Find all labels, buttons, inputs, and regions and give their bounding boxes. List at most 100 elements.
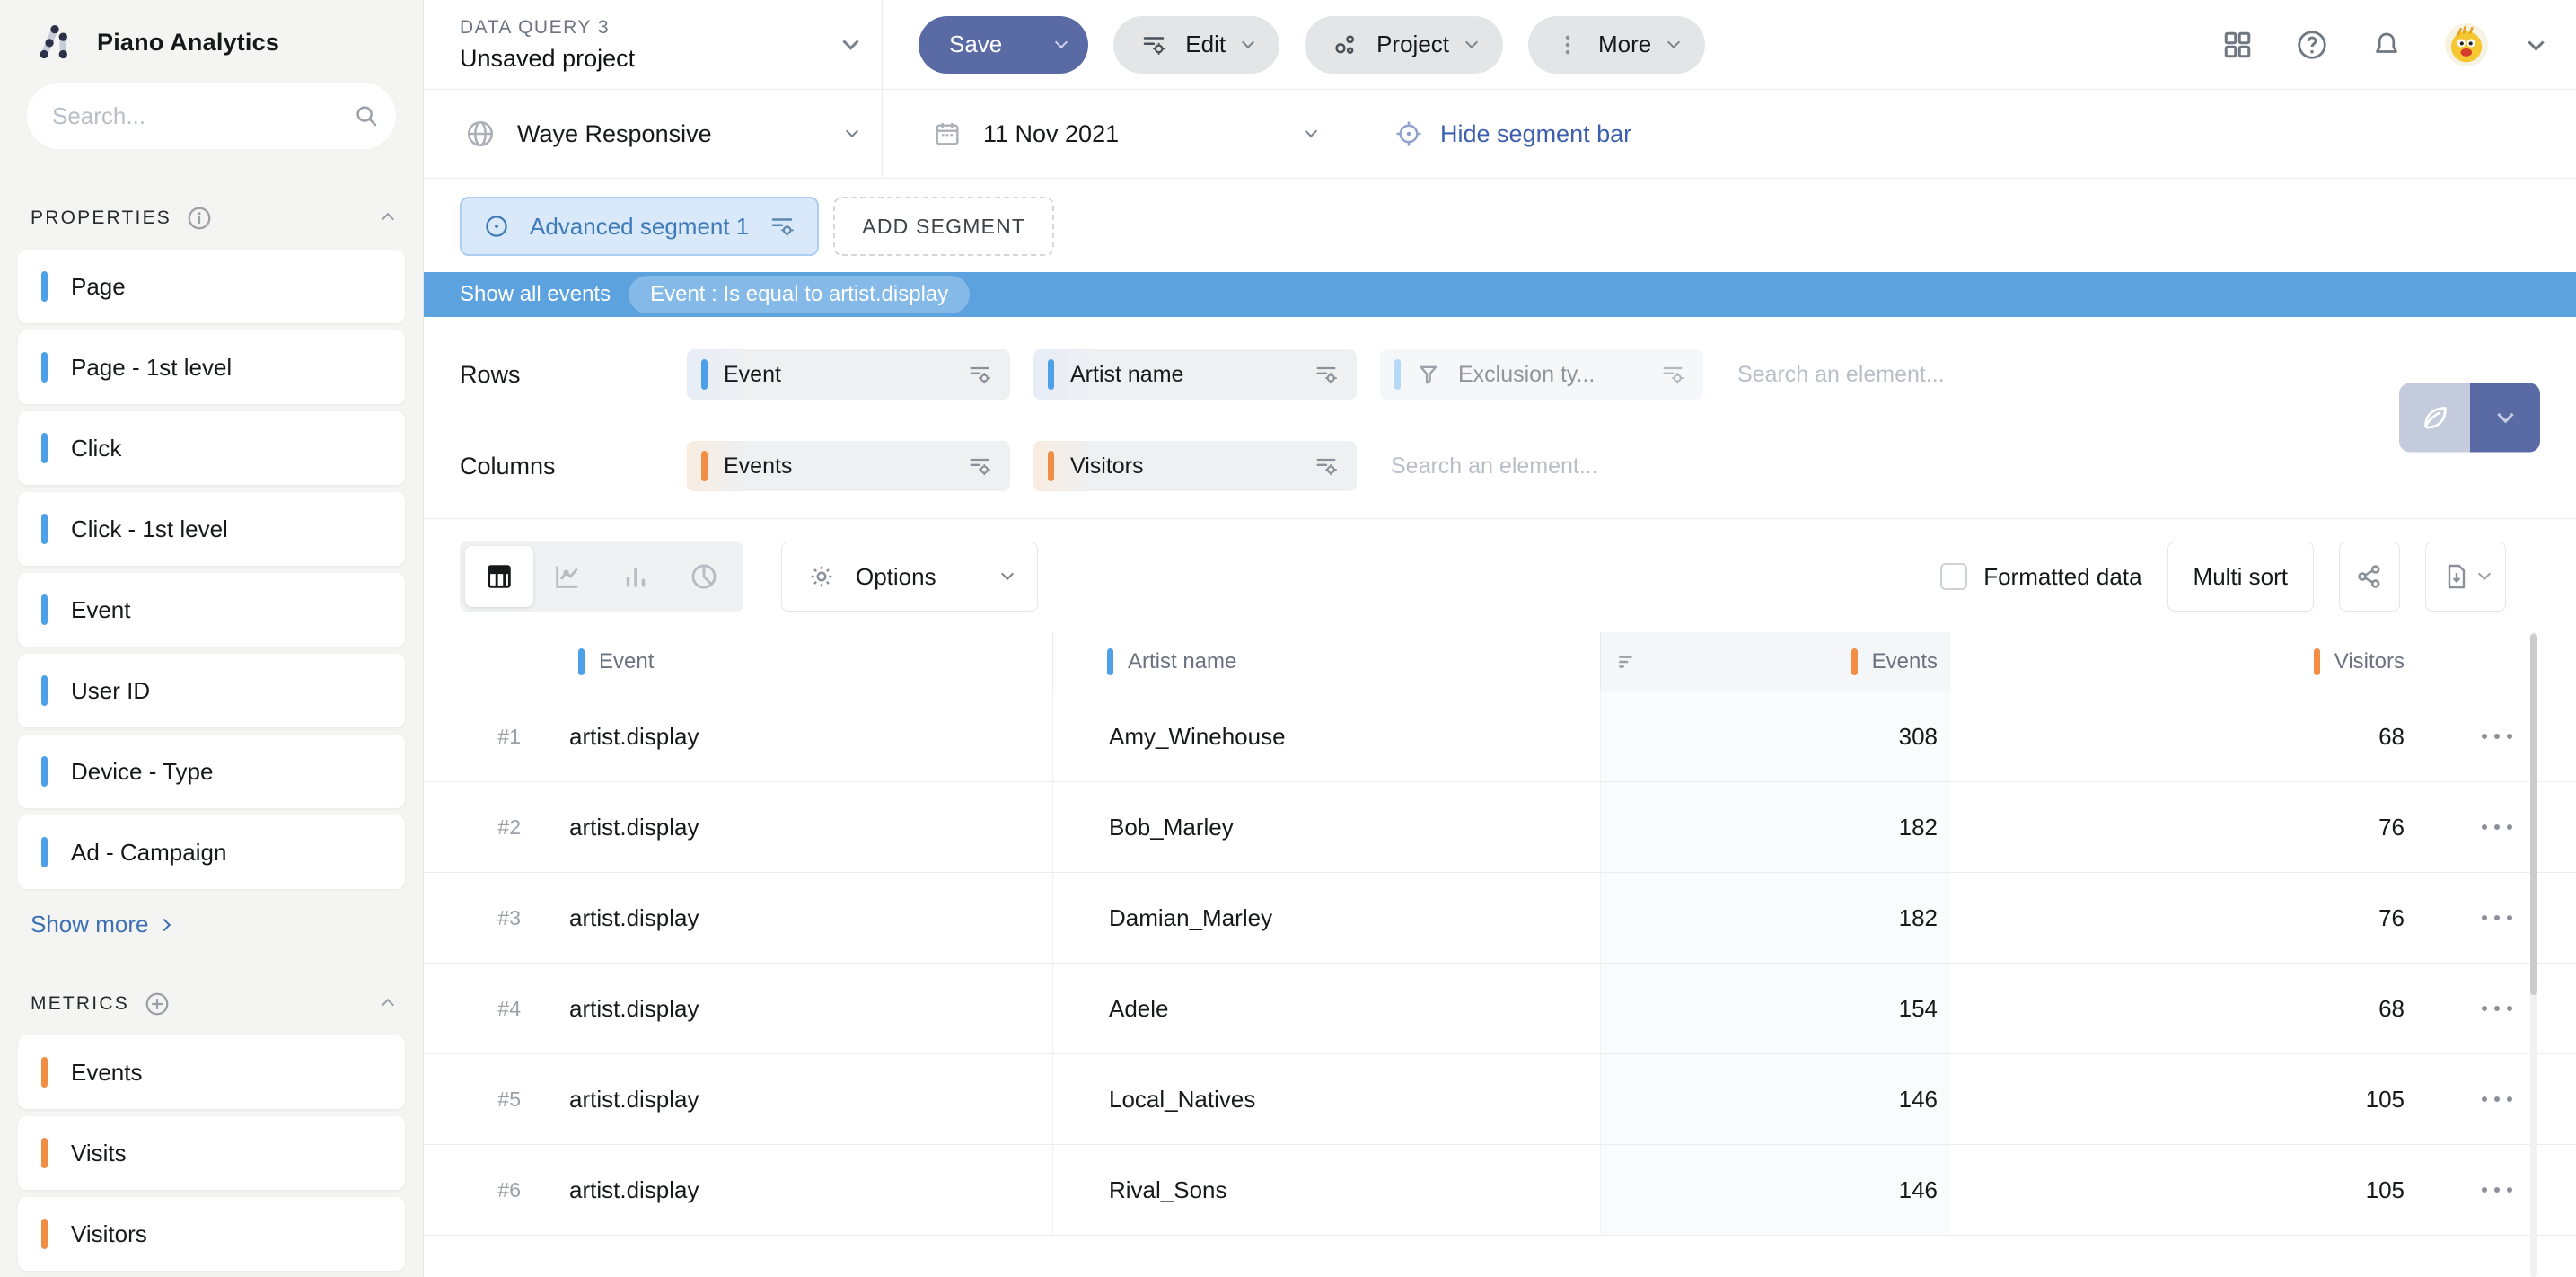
gear-icon (807, 562, 836, 591)
sidebar-item-user-id[interactable]: User ID (18, 654, 405, 727)
sidebar-item-click[interactable]: Click (18, 411, 405, 485)
sidebar-item-label: Page - 1st level (71, 354, 232, 382)
line-chart-view-button[interactable] (533, 546, 602, 607)
export-button[interactable] (2425, 542, 2506, 612)
calendar-icon (933, 119, 962, 148)
row-menu-button[interactable] (2469, 815, 2525, 839)
sliders-gear-icon[interactable] (1660, 362, 1685, 387)
row-menu-button[interactable] (2469, 997, 2525, 1020)
project-button[interactable]: Project (1305, 16, 1503, 74)
advanced-segment-chip[interactable]: Advanced segment 1 (460, 197, 819, 256)
sidebar-item-ad-campaign[interactable]: Ad - Campaign (18, 815, 405, 889)
query-name: DATA QUERY 3 (460, 17, 845, 39)
sidebar-metric-visitors[interactable]: Visitors (18, 1197, 405, 1271)
rows-label: Rows (460, 361, 687, 389)
sidebar-search[interactable] (27, 83, 396, 149)
events-column-header[interactable]: Events (1600, 632, 1950, 691)
plus-circle-icon[interactable] (144, 991, 171, 1017)
sidebar-item-label: Click (71, 435, 121, 462)
row-rank: #1 (424, 691, 558, 781)
help-icon[interactable] (2295, 28, 2329, 62)
metric-color-bar (41, 1219, 48, 1249)
share-button[interactable] (2339, 542, 2400, 612)
artist-name-column-header[interactable]: Artist name (1052, 632, 1600, 691)
top-bar: DATA QUERY 3 Unsaved project Save Edit (424, 0, 2576, 90)
apps-grid-icon[interactable] (2221, 29, 2254, 61)
row-chip-artist-name[interactable]: Artist name (1033, 349, 1357, 400)
options-button[interactable]: Options (781, 542, 1038, 612)
row-chip-event[interactable]: Event (687, 349, 1010, 400)
apply-menu-button[interactable] (2470, 383, 2540, 453)
column-chip-visitors[interactable]: Visitors (1033, 441, 1357, 491)
sidebar-metric-events[interactable]: Events (18, 1035, 405, 1109)
property-color-bar (701, 359, 708, 390)
pie-chart-view-button[interactable] (670, 546, 738, 607)
account-menu-button[interactable] (2530, 37, 2542, 53)
visitors-column-header[interactable]: Visitors (1950, 632, 2417, 691)
sliders-gear-icon[interactable] (967, 362, 992, 387)
edit-button[interactable]: Edit (1113, 16, 1279, 74)
row-menu-button[interactable] (2469, 1178, 2525, 1202)
bell-icon[interactable] (2370, 29, 2403, 61)
save-menu-button[interactable] (1033, 16, 1088, 74)
info-icon[interactable] (186, 205, 213, 232)
sliders-gear-icon[interactable] (1314, 454, 1339, 479)
formatted-data-checkbox[interactable] (1940, 563, 1967, 590)
collapse-chevron-icon[interactable] (383, 207, 392, 229)
save-button[interactable]: Save (919, 16, 1033, 74)
kebab-icon (1555, 32, 1580, 57)
table-row: #2 artist.display Bob_Marley 182 76 (424, 782, 2576, 873)
cell-artist: Amy_Winehouse (1052, 691, 1600, 781)
sliders-gear-icon[interactable] (1314, 362, 1339, 387)
event-column-header[interactable]: Event (558, 632, 1052, 691)
date-range-selector[interactable]: 11 Nov 2021 (883, 90, 1341, 178)
sidebar-item-page-1st-level[interactable]: Page - 1st level (18, 330, 405, 404)
bar-chart-view-button[interactable] (602, 546, 670, 607)
sidebar-metric-visits[interactable]: Visits (18, 1116, 405, 1190)
query-selector[interactable]: DATA QUERY 3 Unsaved project (424, 0, 883, 89)
show-more-link[interactable]: Show more (31, 911, 392, 938)
cell-visitors: 68 (1950, 691, 2417, 781)
table-row: #3 artist.display Damian_Marley 182 76 (424, 873, 2576, 964)
sidebar-item-click-1st-level[interactable]: Click - 1st level (18, 492, 405, 566)
table-scrollbar[interactable] (2530, 632, 2537, 1277)
avatar[interactable] (2444, 22, 2489, 67)
sort-desc-icon (1615, 650, 1639, 674)
sliders-gear-icon[interactable] (967, 454, 992, 479)
row-menu-button[interactable] (2469, 1088, 2525, 1111)
row-menu-button[interactable] (2469, 725, 2525, 748)
column-chip-events[interactable]: Events (687, 441, 1010, 491)
chevron-right-icon (157, 918, 170, 930)
filter-banner: Show all events Event : Is equal to arti… (424, 272, 2576, 317)
property-color-bar (41, 514, 48, 544)
sidebar-item-page[interactable]: Page (18, 250, 405, 323)
sliders-gear-icon[interactable] (769, 213, 796, 240)
add-segment-button[interactable]: ADD SEGMENT (833, 197, 1054, 256)
collapse-chevron-icon[interactable] (383, 993, 392, 1015)
scrollbar-thumb[interactable] (2530, 634, 2537, 995)
filter-condition-chip[interactable]: Event : Is equal to artist.display (629, 276, 970, 313)
search-input[interactable] (52, 102, 353, 130)
columns-element-search-input[interactable] (1391, 454, 1894, 480)
table-view-button[interactable] (465, 546, 533, 607)
table-row: #6 artist.display Rival_Sons 146 105 (424, 1145, 2576, 1236)
sidebar-item-device-type[interactable]: Device - Type (18, 735, 405, 808)
brand-name: Piano Analytics (97, 29, 279, 57)
more-button[interactable]: More (1528, 16, 1705, 74)
property-color-bar (41, 594, 48, 625)
multi-sort-button[interactable]: Multi sort (2167, 542, 2314, 612)
eco-run-button[interactable] (2399, 383, 2470, 453)
context-bar: Waye Responsive 11 Nov 2021 Hide segment… (424, 90, 2576, 179)
row-menu-button[interactable] (2469, 906, 2525, 929)
sidebar-item-event[interactable]: Event (18, 573, 405, 647)
column-header-label: Event (599, 649, 654, 674)
property-color-bar (41, 433, 48, 463)
chevron-down-icon (846, 125, 858, 137)
rows-element-search-input[interactable] (1737, 362, 2240, 388)
property-color-bar (1048, 359, 1054, 390)
leaf-icon (2419, 401, 2451, 434)
chip-label: Artist name (1070, 362, 1297, 388)
site-selector[interactable]: Waye Responsive (424, 90, 883, 178)
hide-segment-bar-button[interactable]: Hide segment bar (1341, 119, 1631, 149)
row-chip-exclusion-type[interactable]: Exclusion ty... (1380, 349, 1703, 400)
